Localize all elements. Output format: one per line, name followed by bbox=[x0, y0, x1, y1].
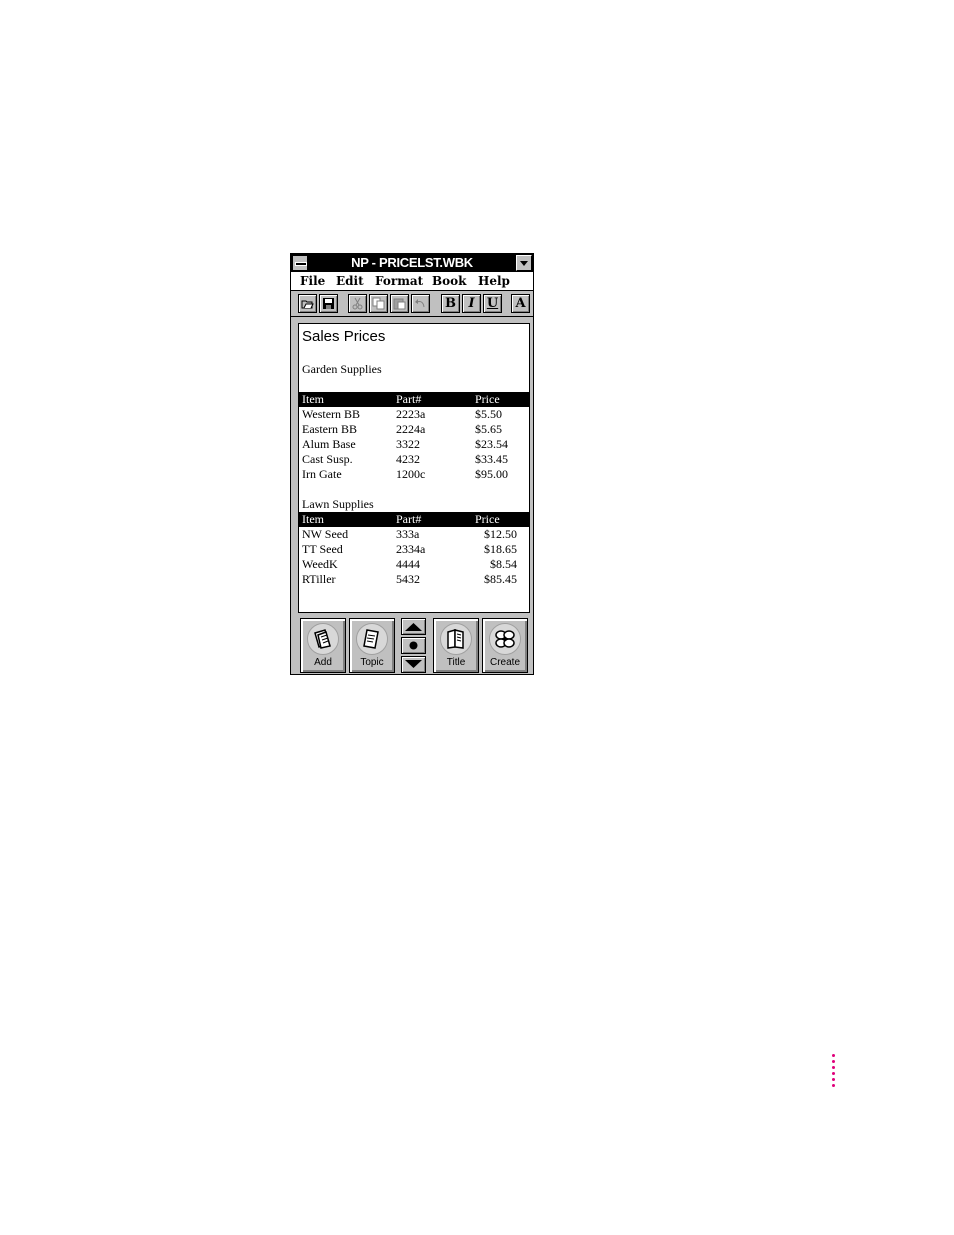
system-menu-icon[interactable] bbox=[292, 255, 308, 271]
column-header-item: Item bbox=[302, 392, 324, 406]
cell-price: $85.45 bbox=[484, 572, 517, 586]
cell-part: 5432 bbox=[396, 572, 420, 586]
add-page-icon bbox=[307, 623, 339, 655]
table-row: WeedK 4444 $8.54 bbox=[299, 557, 529, 572]
cell-price: $33.45 bbox=[475, 452, 508, 466]
cell-part: 4232 bbox=[396, 452, 420, 466]
italic-button[interactable]: I bbox=[462, 294, 481, 313]
cell-item: Western BB bbox=[302, 407, 361, 421]
undo-button[interactable] bbox=[411, 294, 430, 313]
menu-edit[interactable]: Edit bbox=[336, 273, 364, 289]
cell-price: $5.50 bbox=[475, 407, 502, 421]
font-button[interactable]: A bbox=[511, 294, 530, 313]
copy-icon bbox=[372, 297, 385, 310]
menu-book[interactable]: Book bbox=[432, 273, 466, 289]
save-icon bbox=[323, 298, 334, 309]
section-title: Lawn Supplies bbox=[302, 497, 374, 511]
cell-price: $8.54 bbox=[490, 557, 517, 571]
cut-icon bbox=[352, 297, 363, 310]
cell-item: Irn Gate bbox=[302, 467, 342, 481]
menu-bar: File Edit Format Book Help bbox=[291, 272, 533, 291]
bottom-button-bar: Add Topic Title Create bbox=[291, 615, 533, 674]
paste-icon bbox=[393, 298, 406, 310]
page-marker-dots bbox=[832, 1054, 835, 1090]
cell-item: WeedK bbox=[302, 557, 338, 571]
table-row: Eastern BB 2224a $5.65 bbox=[299, 422, 529, 437]
column-header-part: Part# bbox=[396, 512, 422, 526]
cell-price: $12.50 bbox=[484, 527, 517, 541]
cell-item: Alum Base bbox=[302, 437, 356, 451]
notepad-window: NP - PRICELST.WBK File Edit Format Book … bbox=[290, 253, 534, 675]
menu-help[interactable]: Help bbox=[478, 273, 510, 289]
cell-part: 2334a bbox=[396, 542, 426, 556]
cell-part: 4444 bbox=[396, 557, 420, 571]
title-label: Title bbox=[446, 657, 466, 668]
paste-button[interactable] bbox=[390, 294, 409, 313]
cut-button[interactable] bbox=[348, 294, 367, 313]
table-row: Cast Susp. 4232 $33.45 bbox=[299, 452, 529, 467]
arrow-down-icon bbox=[405, 660, 422, 668]
page-up-button[interactable] bbox=[401, 618, 426, 635]
table-row: RTiller 5432 $85.45 bbox=[299, 572, 529, 587]
table-row: TT Seed 2334a $18.65 bbox=[299, 542, 529, 557]
cell-item: RTiller bbox=[302, 572, 336, 586]
add-button[interactable]: Add bbox=[300, 618, 346, 673]
cell-price: $95.00 bbox=[475, 467, 508, 481]
save-button[interactable] bbox=[319, 294, 338, 313]
title-bar[interactable]: NP - PRICELST.WBK bbox=[291, 254, 533, 272]
document-title: Sales Prices bbox=[302, 328, 386, 345]
cell-item: NW Seed bbox=[302, 527, 349, 541]
menu-file[interactable]: File bbox=[300, 273, 325, 289]
table-row: NW Seed 333a $12.50 bbox=[299, 527, 529, 542]
bold-button[interactable]: B bbox=[441, 294, 460, 313]
dot-icon bbox=[409, 641, 418, 650]
table-row: Western BB 2223a $5.50 bbox=[299, 407, 529, 422]
toolbar: B I U A bbox=[291, 291, 533, 317]
underline-button[interactable]: U bbox=[483, 294, 502, 313]
undo-icon bbox=[415, 299, 425, 308]
cell-price: $18.65 bbox=[484, 542, 517, 556]
cell-price: $5.65 bbox=[475, 422, 502, 436]
column-header-price: Price bbox=[475, 512, 500, 526]
table-header: Item Part# Price bbox=[299, 512, 529, 527]
cell-part: 333a bbox=[396, 527, 420, 541]
cell-part: 1200c bbox=[396, 467, 426, 481]
document-area[interactable]: Sales Prices Garden Supplies Item Part# … bbox=[298, 323, 530, 613]
section-title: Garden Supplies bbox=[302, 362, 382, 376]
page-navigator bbox=[401, 618, 426, 673]
menu-format[interactable]: Format bbox=[375, 273, 423, 289]
create-label: Create bbox=[489, 657, 520, 668]
window-title: NP - PRICELST.WBK bbox=[351, 255, 473, 270]
table-row: Alum Base 3322 $23.54 bbox=[299, 437, 529, 452]
cell-price: $23.54 bbox=[475, 437, 508, 451]
arrow-up-icon bbox=[405, 623, 422, 631]
topic-button[interactable]: Topic bbox=[349, 618, 395, 673]
create-icon bbox=[489, 623, 521, 655]
book-icon bbox=[440, 623, 472, 655]
open-icon bbox=[301, 300, 314, 309]
column-header-part: Part# bbox=[396, 392, 422, 406]
dropdown-arrow-icon[interactable] bbox=[516, 255, 532, 271]
current-page-button[interactable] bbox=[401, 637, 426, 654]
cell-part: 2223a bbox=[396, 407, 426, 421]
page-down-button[interactable] bbox=[401, 656, 426, 673]
column-header-price: Price bbox=[475, 392, 500, 406]
table-row: Irn Gate 1200c $95.00 bbox=[299, 467, 529, 482]
cell-part: 3322 bbox=[396, 437, 420, 451]
cell-item: Cast Susp. bbox=[302, 452, 353, 466]
title-button[interactable]: Title bbox=[433, 618, 479, 673]
column-header-item: Item bbox=[302, 512, 324, 526]
create-button[interactable]: Create bbox=[482, 618, 528, 673]
cell-item: Eastern BB bbox=[302, 422, 357, 436]
topic-label: Topic bbox=[360, 657, 384, 668]
topic-page-icon bbox=[356, 623, 388, 655]
copy-button[interactable] bbox=[369, 294, 388, 313]
open-button[interactable] bbox=[298, 294, 317, 313]
add-label: Add bbox=[314, 657, 332, 668]
cell-part: 2224a bbox=[396, 422, 426, 436]
cell-item: TT Seed bbox=[302, 542, 343, 556]
table-header: Item Part# Price bbox=[299, 392, 529, 407]
